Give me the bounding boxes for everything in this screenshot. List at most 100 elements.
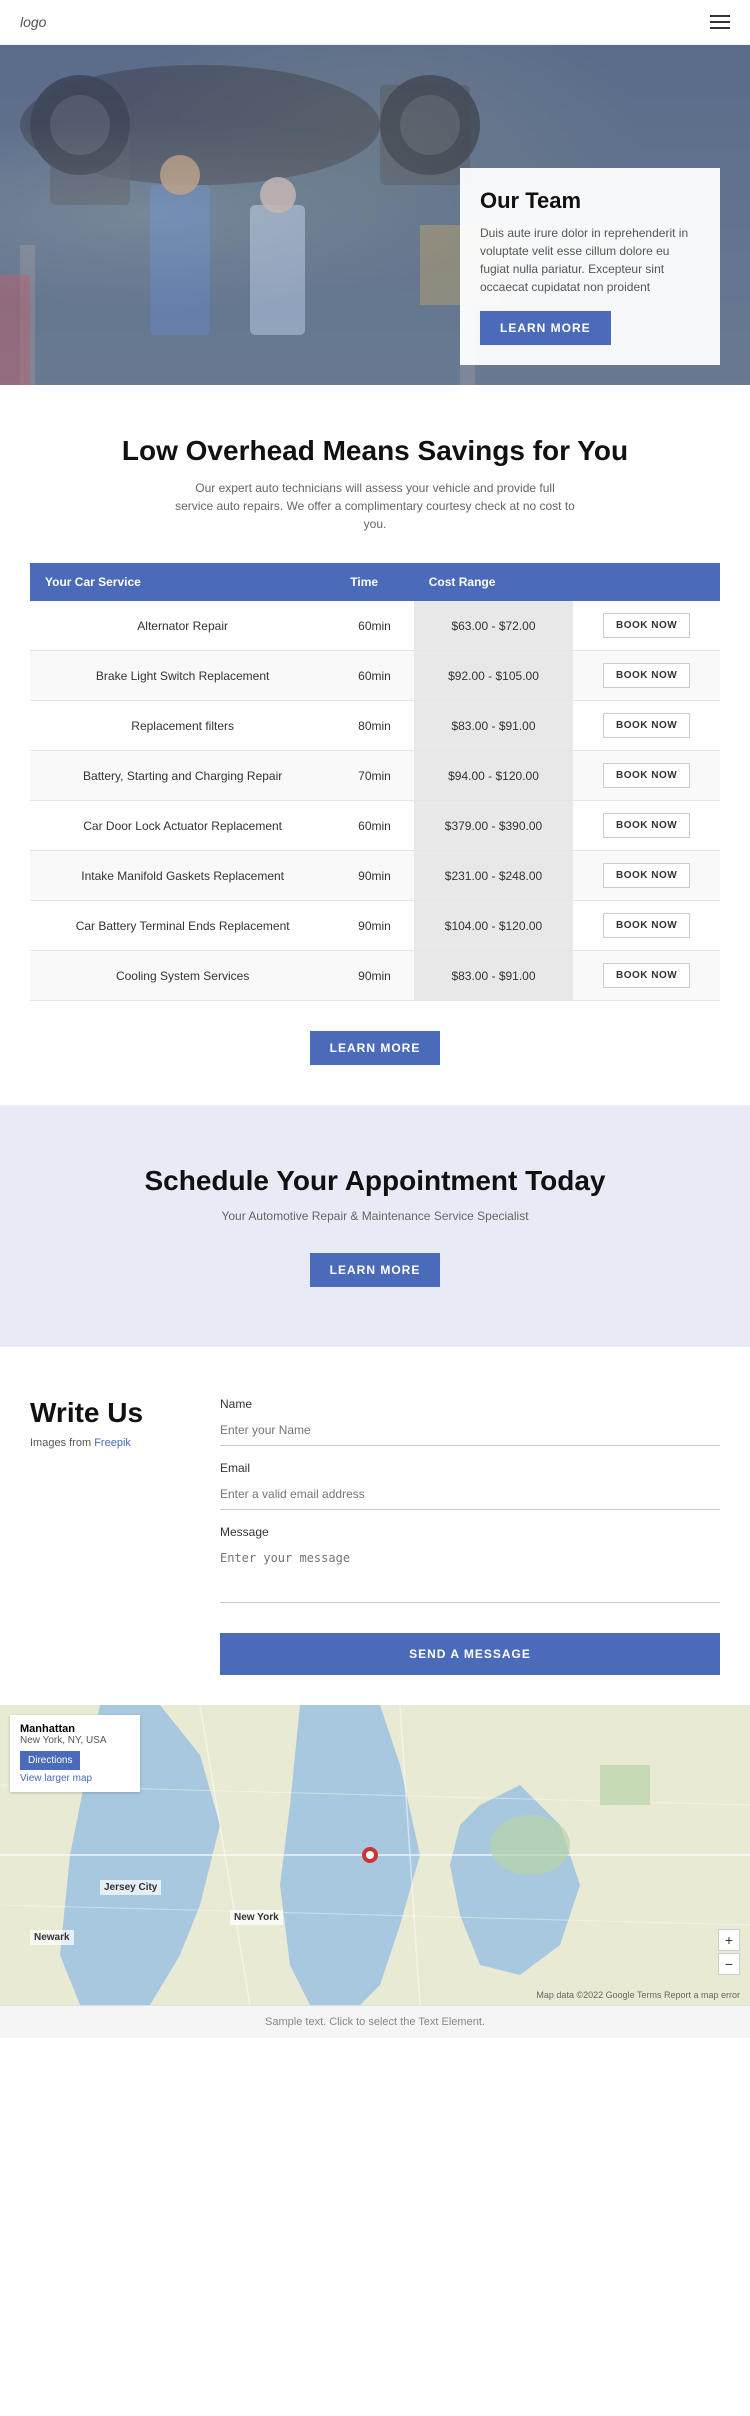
map-address: New York, NY, USA: [20, 1735, 130, 1746]
service-name: Cooling System Services: [30, 951, 335, 1001]
table-row: Alternator Repair 60min $63.00 - $72.00 …: [30, 601, 720, 651]
freepik-link[interactable]: Freepik: [94, 1437, 131, 1449]
savings-section: Low Overhead Means Savings for You Our e…: [0, 385, 750, 1105]
book-now-button[interactable]: BOOK NOW: [603, 613, 690, 638]
email-field-group: Email: [220, 1461, 720, 1510]
hero-description: Duis aute irure dolor in reprehenderit i…: [480, 224, 700, 296]
jersey-city-label: Jersey City: [100, 1880, 161, 1895]
savings-title: Low Overhead Means Savings for You: [30, 435, 720, 467]
book-now-button[interactable]: BOOK NOW: [603, 763, 690, 788]
map-section: New York Jersey City Newark Manhattan Ne…: [0, 1705, 750, 2005]
map-city: Manhattan: [20, 1723, 130, 1735]
map-directions-button[interactable]: Directions: [20, 1751, 80, 1770]
map-zoom-out-button[interactable]: −: [718, 1953, 740, 1975]
service-name: Intake Manifold Gaskets Replacement: [30, 851, 335, 901]
book-now-button[interactable]: BOOK NOW: [603, 813, 690, 838]
hamburger-menu[interactable]: [710, 15, 730, 29]
name-input[interactable]: [220, 1415, 720, 1446]
service-cost: $94.00 - $120.00: [414, 751, 574, 801]
service-cost: $92.00 - $105.00: [414, 651, 574, 701]
table-row: Intake Manifold Gaskets Replacement 90mi…: [30, 851, 720, 901]
service-name: Brake Light Switch Replacement: [30, 651, 335, 701]
freepik-credit: Images from Freepik: [30, 1437, 180, 1449]
book-now-button[interactable]: BOOK NOW: [603, 663, 690, 688]
col-time: Time: [335, 563, 413, 601]
name-label: Name: [220, 1397, 720, 1411]
write-us-title: Write Us: [30, 1397, 180, 1429]
book-now-button[interactable]: BOOK NOW: [603, 863, 690, 888]
message-field-group: Message: [220, 1525, 720, 1608]
service-time: 90min: [335, 851, 413, 901]
appointment-learn-more-button[interactable]: LEARN MORE: [310, 1253, 441, 1287]
service-cost: $104.00 - $120.00: [414, 901, 574, 951]
book-now-button[interactable]: BOOK NOW: [603, 913, 690, 938]
footer: Sample text. Click to select the Text El…: [0, 2005, 750, 2038]
book-now-cell: BOOK NOW: [573, 751, 720, 801]
book-now-cell: BOOK NOW: [573, 601, 720, 651]
savings-learn-more-button[interactable]: LEARN MORE: [310, 1031, 441, 1065]
footer-text: Sample text. Click to select the Text El…: [265, 2016, 485, 2028]
col-action: [573, 563, 720, 601]
write-us-form: Name Email Message SEND A MESSAGE: [220, 1397, 720, 1675]
book-now-cell: BOOK NOW: [573, 701, 720, 751]
message-textarea[interactable]: [220, 1543, 720, 1603]
hero-title: Our Team: [480, 188, 700, 214]
map-attribution: Map data ©2022 Google Terms Report a map…: [536, 1990, 740, 2000]
service-time: 90min: [335, 951, 413, 1001]
table-row: Battery, Starting and Charging Repair 70…: [30, 751, 720, 801]
services-table: Your Car Service Time Cost Range Alterna…: [30, 563, 720, 1001]
book-now-cell: BOOK NOW: [573, 801, 720, 851]
service-cost: $83.00 - $91.00: [414, 701, 574, 751]
write-us-left: Write Us Images from Freepik: [30, 1397, 180, 1675]
service-name: Replacement filters: [30, 701, 335, 751]
service-name: Alternator Repair: [30, 601, 335, 651]
col-service: Your Car Service: [30, 563, 335, 601]
service-time: 90min: [335, 901, 413, 951]
send-message-button[interactable]: SEND A MESSAGE: [220, 1633, 720, 1675]
book-now-button[interactable]: BOOK NOW: [603, 713, 690, 738]
service-time: 60min: [335, 651, 413, 701]
appointment-subtitle: Your Automotive Repair & Maintenance Ser…: [30, 1209, 720, 1223]
appointment-title: Schedule Your Appointment Today: [30, 1165, 720, 1197]
message-label: Message: [220, 1525, 720, 1539]
table-row: Brake Light Switch Replacement 60min $92…: [30, 651, 720, 701]
book-now-cell: BOOK NOW: [573, 901, 720, 951]
table-header-row: Your Car Service Time Cost Range: [30, 563, 720, 601]
email-input[interactable]: [220, 1479, 720, 1510]
name-field-group: Name: [220, 1397, 720, 1446]
map-view-larger-link[interactable]: View larger map: [20, 1773, 130, 1784]
col-cost: Cost Range: [414, 563, 574, 601]
service-cost: $83.00 - $91.00: [414, 951, 574, 1001]
book-now-cell: BOOK NOW: [573, 951, 720, 1001]
book-now-cell: BOOK NOW: [573, 851, 720, 901]
email-label: Email: [220, 1461, 720, 1475]
service-name: Car Battery Terminal Ends Replacement: [30, 901, 335, 951]
service-time: 60min: [335, 801, 413, 851]
header: logo: [0, 0, 750, 45]
service-cost: $231.00 - $248.00: [414, 851, 574, 901]
newark-label: Newark: [30, 1930, 74, 1945]
service-time: 60min: [335, 601, 413, 651]
map-controls: + −: [718, 1929, 740, 1975]
hero-card: Our Team Duis aute irure dolor in repreh…: [460, 168, 720, 365]
write-us-section: Write Us Images from Freepik Name Email …: [0, 1347, 750, 1675]
service-cost: $379.00 - $390.00: [414, 801, 574, 851]
service-time: 70min: [335, 751, 413, 801]
new-york-label: New York: [230, 1910, 283, 1925]
appointment-section: Schedule Your Appointment Today Your Aut…: [0, 1105, 750, 1347]
hero-learn-more-button[interactable]: LEARN MORE: [480, 311, 611, 345]
service-name: Car Door Lock Actuator Replacement: [30, 801, 335, 851]
table-row: Cooling System Services 90min $83.00 - $…: [30, 951, 720, 1001]
table-row: Car Door Lock Actuator Replacement 60min…: [30, 801, 720, 851]
map-info-box: Manhattan New York, NY, USA Directions V…: [10, 1715, 140, 1792]
book-now-button[interactable]: BOOK NOW: [603, 963, 690, 988]
table-row: Car Battery Terminal Ends Replacement 90…: [30, 901, 720, 951]
service-time: 80min: [335, 701, 413, 751]
map-zoom-in-button[interactable]: +: [718, 1929, 740, 1951]
hero-section: Our Team Duis aute irure dolor in repreh…: [0, 45, 750, 385]
savings-subtitle: Our expert auto technicians will assess …: [175, 479, 575, 533]
service-cost: $63.00 - $72.00: [414, 601, 574, 651]
table-row: Replacement filters 80min $83.00 - $91.0…: [30, 701, 720, 751]
book-now-cell: BOOK NOW: [573, 651, 720, 701]
logo: logo: [20, 14, 46, 30]
